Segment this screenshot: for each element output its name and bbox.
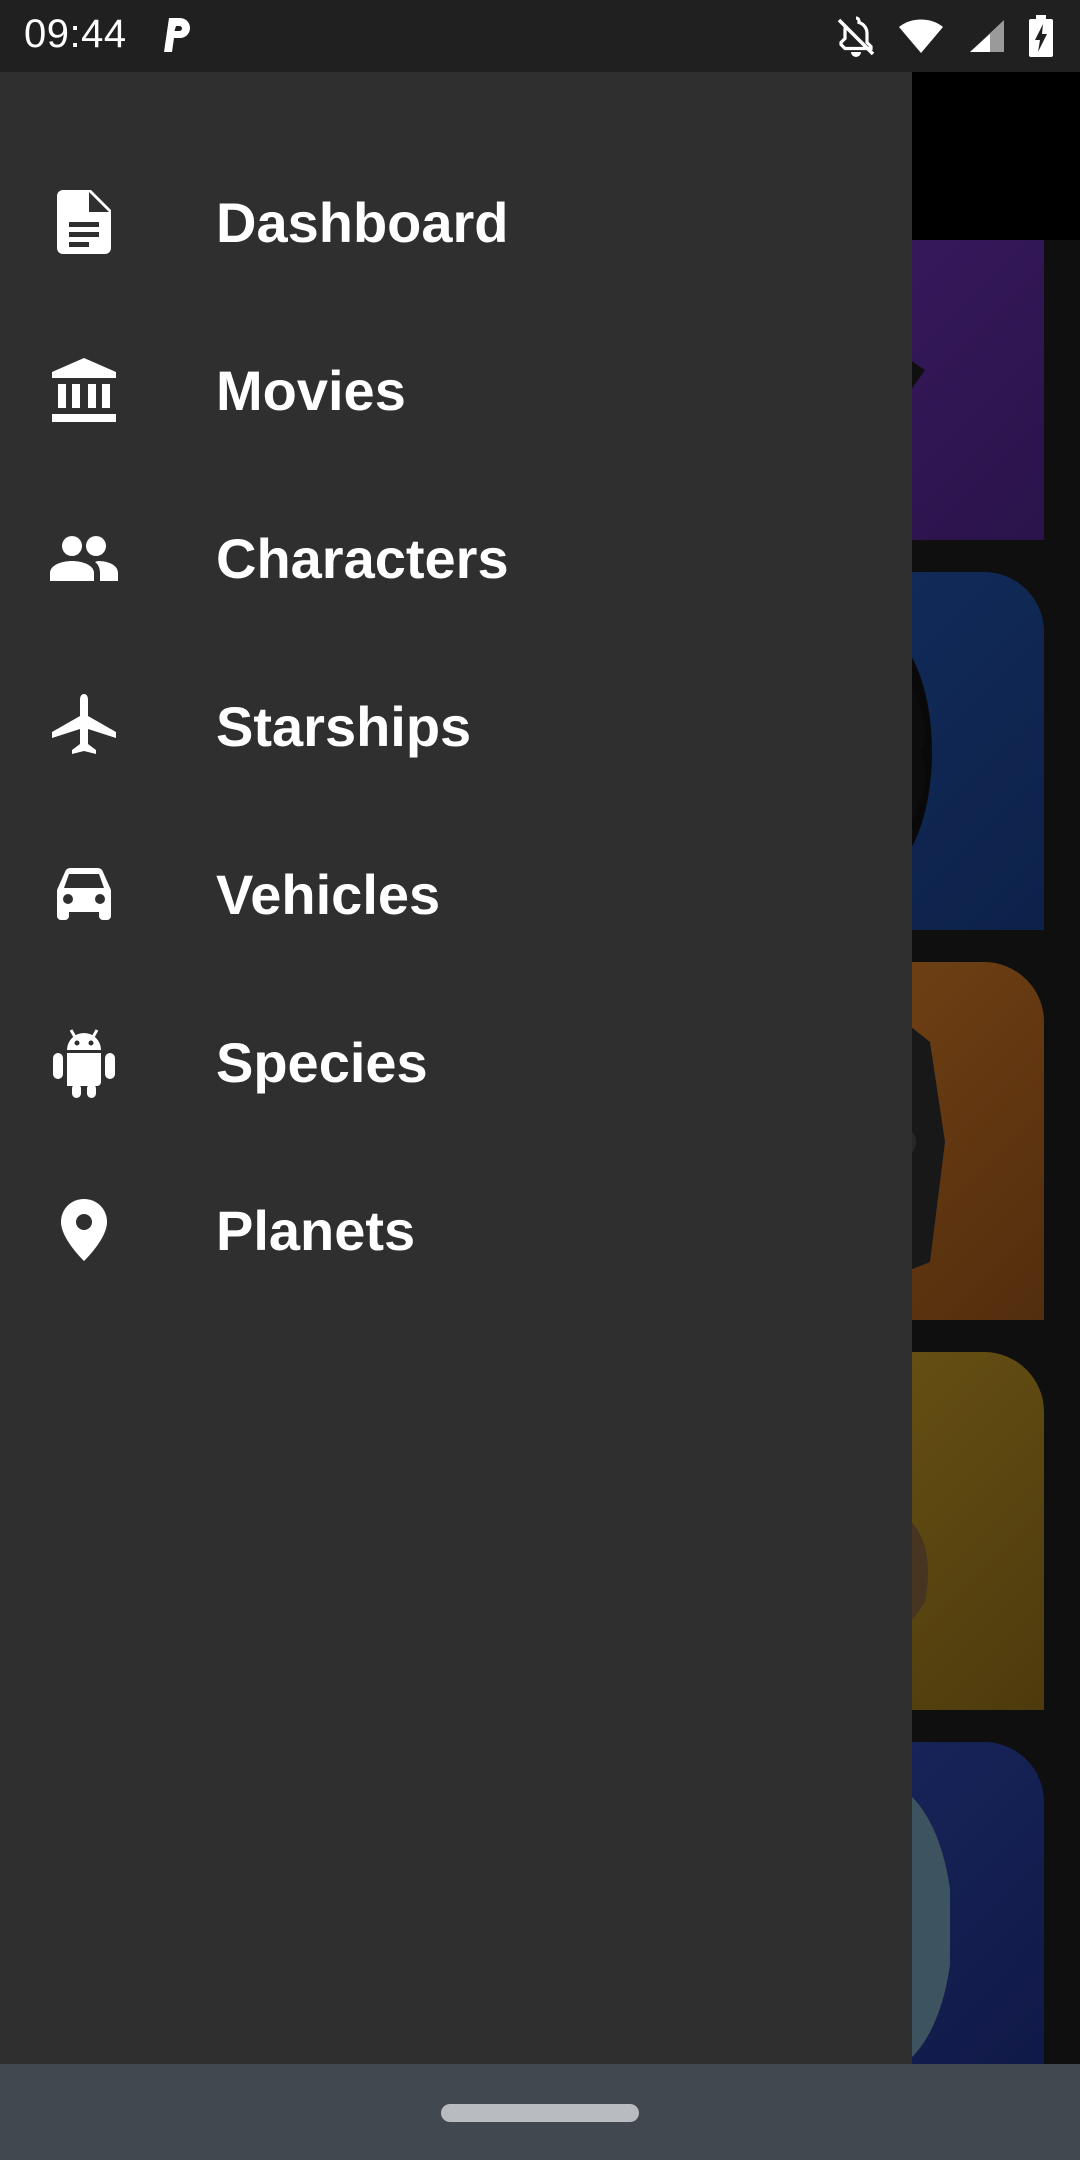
wifi-icon — [899, 19, 943, 53]
menu-item-characters[interactable]: Characters — [0, 474, 912, 642]
car-icon — [50, 860, 118, 928]
bank-icon — [50, 356, 118, 424]
navigation-drawer: Dashboard Movies Characters Starships Ve… — [0, 72, 912, 2064]
menu-item-planets[interactable]: Planets — [0, 1146, 912, 1314]
menu-item-dashboard[interactable]: Dashboard — [0, 138, 912, 306]
status-icons — [836, 12, 1054, 60]
status-bar: 09:44 — [0, 0, 1080, 72]
menu-item-vehicles[interactable]: Vehicles — [0, 810, 912, 978]
home-gesture-handle[interactable] — [441, 2104, 639, 2122]
navigation-bar — [0, 2064, 1080, 2160]
document-icon — [50, 188, 118, 256]
notifications-off-icon — [837, 16, 875, 57]
parking-icon — [164, 18, 190, 52]
menu-item-label: Characters — [216, 526, 509, 590]
android-icon — [50, 1028, 118, 1098]
menu-item-label: Movies — [216, 358, 406, 422]
status-time: 09:44 — [24, 12, 127, 56]
location-pin-icon — [50, 1196, 118, 1264]
drawer-menu: Dashboard Movies Characters Starships Ve… — [0, 138, 912, 1314]
menu-item-species[interactable]: Species — [0, 978, 912, 1146]
menu-item-label: Dashboard — [216, 190, 509, 254]
menu-item-label: Starships — [216, 694, 472, 758]
menu-item-label: Species — [216, 1030, 428, 1094]
people-icon — [50, 524, 118, 592]
menu-item-movies[interactable]: Movies — [0, 306, 912, 474]
menu-item-label: Vehicles — [216, 862, 441, 926]
menu-item-label: Planets — [216, 1198, 416, 1262]
battery-charging-icon — [1029, 15, 1053, 57]
menu-item-starships[interactable]: Starships — [0, 642, 912, 810]
signal-icon — [970, 20, 1004, 52]
airplane-icon — [50, 692, 118, 760]
